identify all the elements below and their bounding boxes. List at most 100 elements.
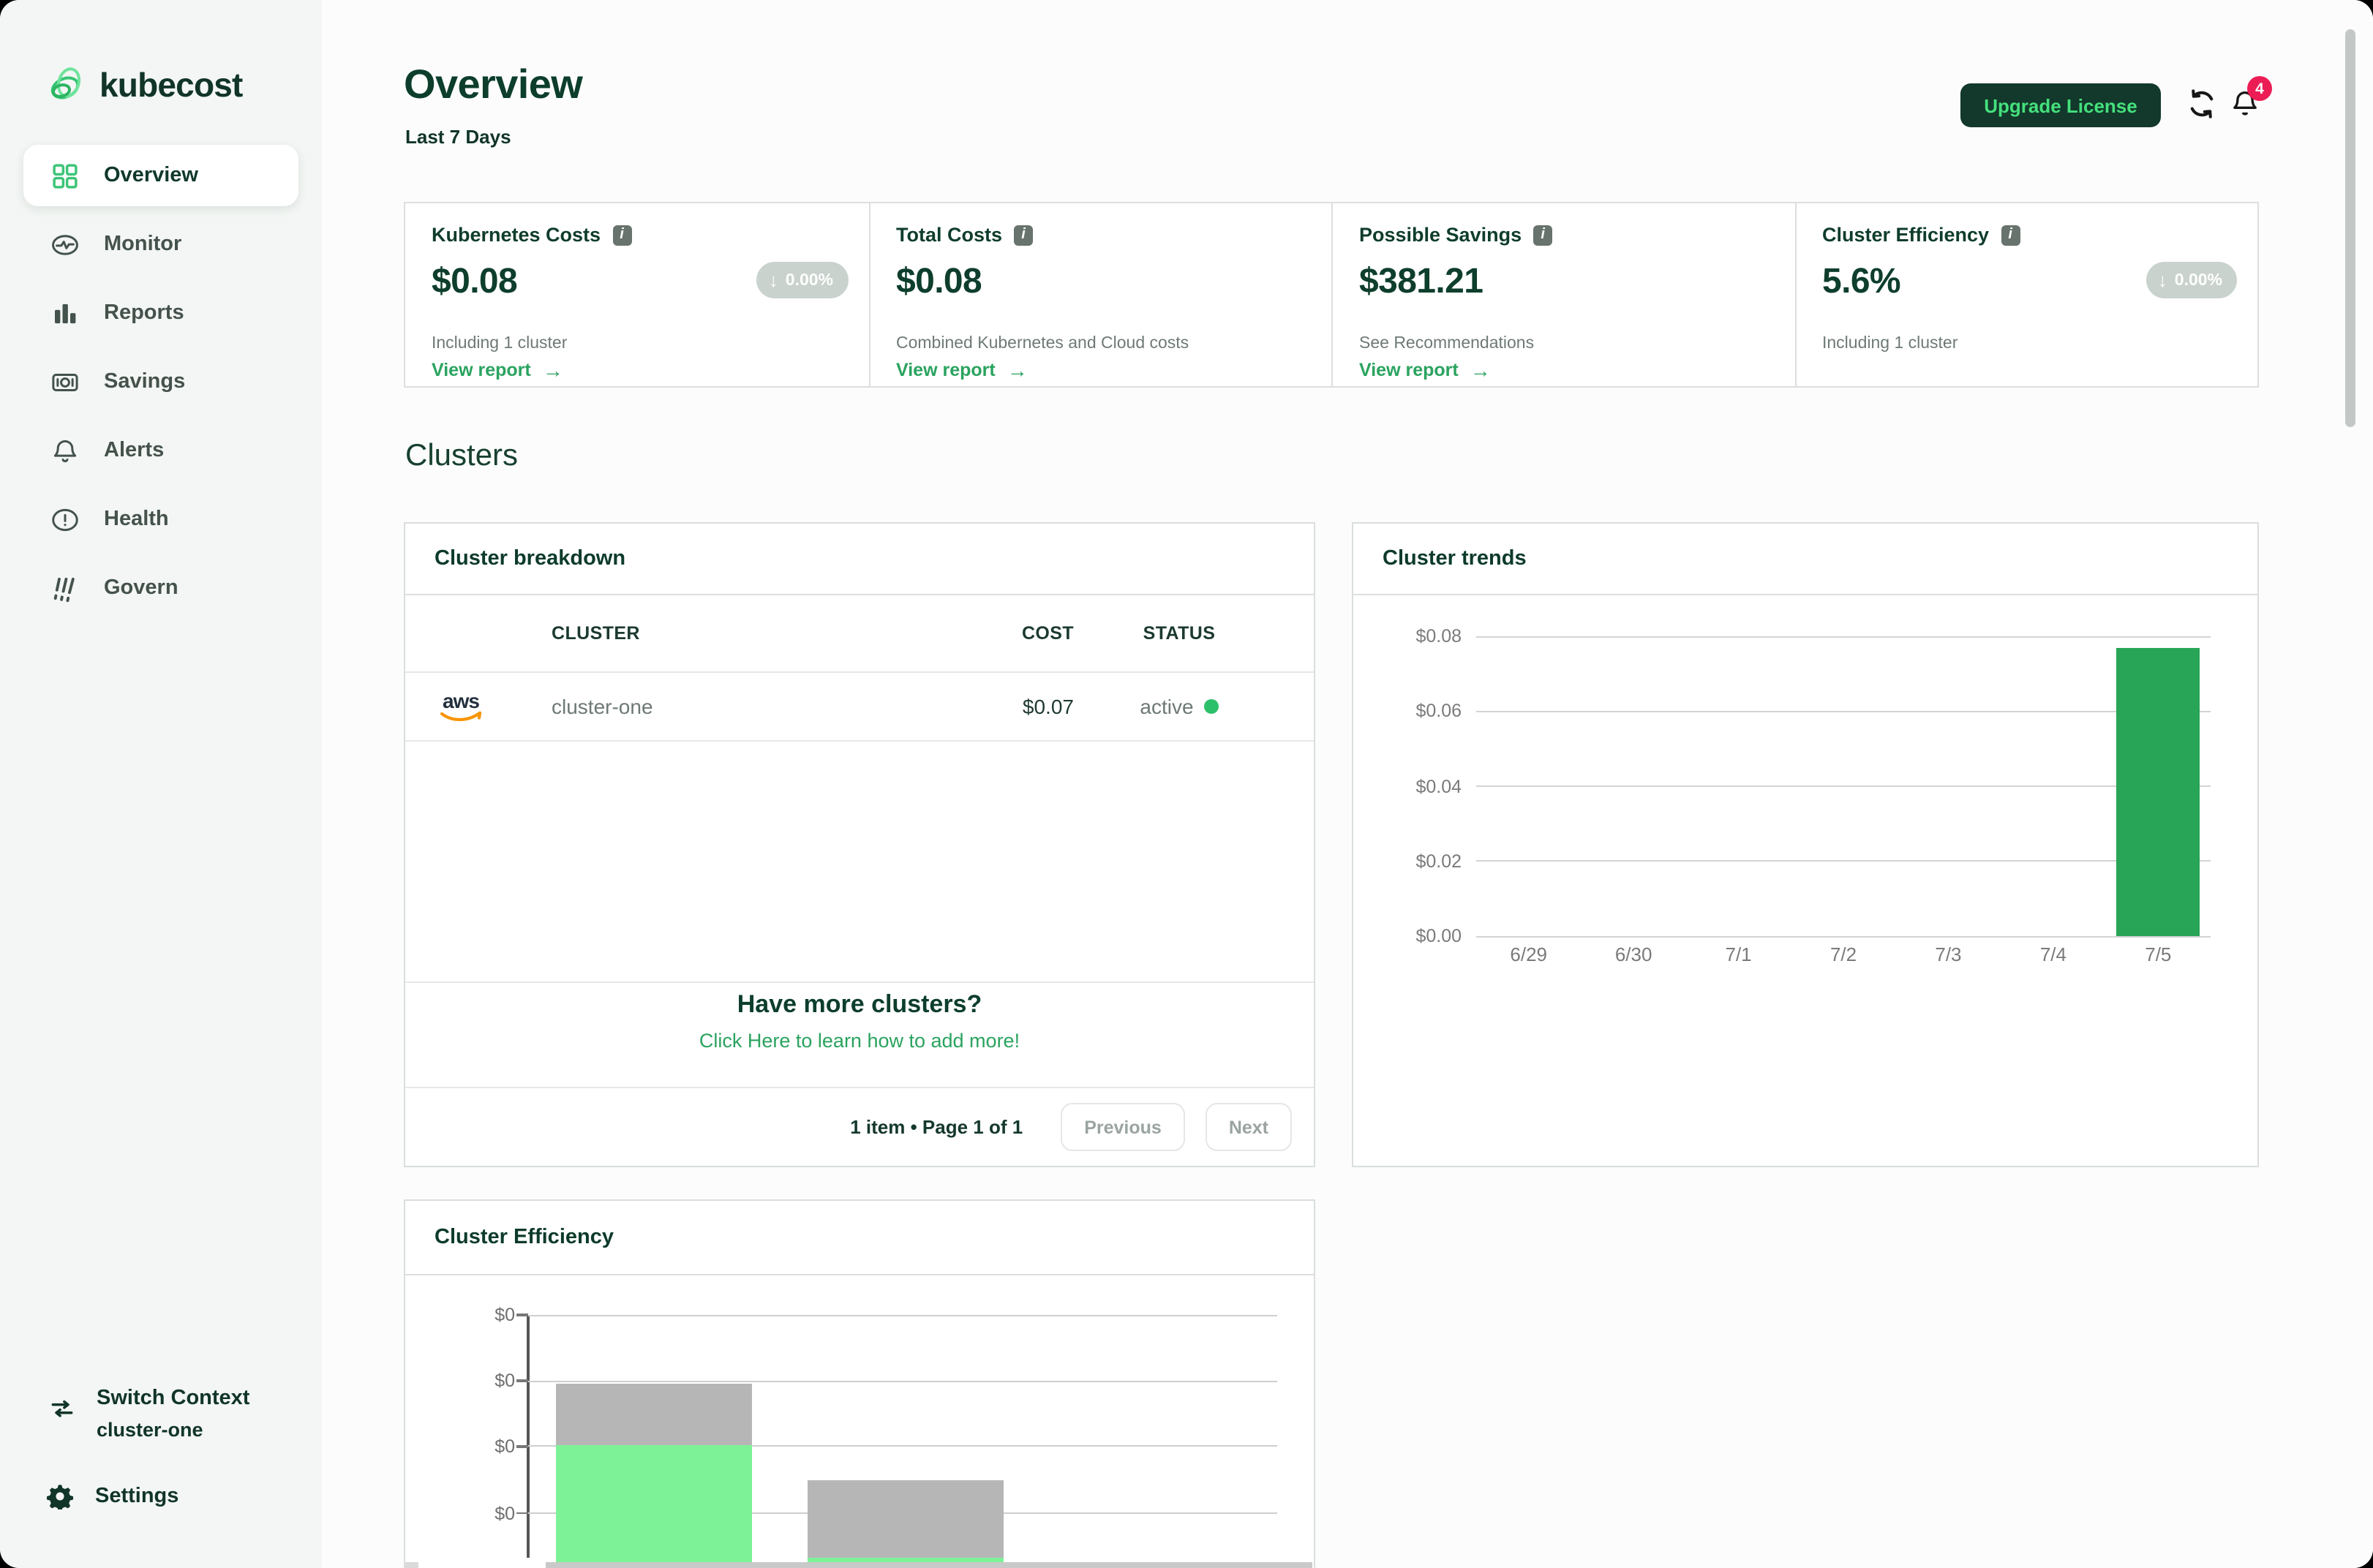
card-title: Cluster breakdown xyxy=(405,524,1314,595)
switch-context-label: Switch Context xyxy=(97,1387,249,1410)
card-title: Cluster trends xyxy=(1353,524,2257,595)
health-icon xyxy=(50,504,80,535)
app-window: kubecost Overview Monitor xyxy=(0,0,2373,1568)
bar-chart-icon xyxy=(50,298,80,328)
cluster-efficiency-card: Cluster Efficiency $0 $0 $0 $0 xyxy=(404,1199,1315,1568)
cluster-trends-card: Cluster trends $0.08 $0.06 $0.04 $0.02 $0.00… xyxy=(1352,522,2259,1167)
sidebar-item-label: Health xyxy=(104,508,169,531)
eff-grid-area xyxy=(528,1315,1277,1568)
x-tick-label: 6/29 xyxy=(1476,943,1581,965)
refresh-icon[interactable] xyxy=(2186,88,2218,120)
swap-arrows-icon xyxy=(48,1395,76,1423)
banknote-icon xyxy=(50,366,80,397)
stat-card-cluster-efficiency: Cluster Efficiencyi 5.6% ↓0.00% Includin… xyxy=(1794,203,2257,386)
kubecost-logo-icon xyxy=(47,66,86,105)
trends-grid-area xyxy=(1476,636,2211,936)
sidebar-item-alerts[interactable]: Alerts xyxy=(23,420,298,481)
sidebar-item-label: Alerts xyxy=(104,439,164,462)
info-icon[interactable]: i xyxy=(1533,225,1552,245)
info-icon[interactable]: i xyxy=(1014,225,1033,245)
right-arrow-icon: → xyxy=(543,358,563,382)
down-arrow-icon: ↓ xyxy=(2158,269,2167,291)
view-report-link[interactable]: View report→ xyxy=(896,358,1028,382)
cluster-name: cluster-one xyxy=(552,695,913,718)
x-tick-label: 7/1 xyxy=(1686,943,1791,965)
horizontal-scrollbar-track xyxy=(405,1562,418,1568)
stat-card-title: Kubernetes Costs xyxy=(432,224,601,246)
view-report-link[interactable]: View report→ xyxy=(1359,358,1491,382)
clusters-heading: Clusters xyxy=(405,439,518,474)
aws-logo-icon: aws xyxy=(435,692,487,724)
status-dot xyxy=(1204,699,1219,714)
down-arrow-icon: ↓ xyxy=(769,269,778,291)
grid-icon xyxy=(50,160,80,191)
column-status: STATUS xyxy=(1074,623,1314,644)
page-title: Overview xyxy=(404,61,582,108)
card-title: Cluster Efficiency xyxy=(405,1201,1314,1275)
notifications-button[interactable]: 4 xyxy=(2230,88,2262,120)
eff-y-axis: $0$0$0$0 xyxy=(405,1315,515,1568)
sidebar-item-health[interactable]: Health xyxy=(23,489,298,550)
y-tick-label: $0 xyxy=(494,1305,515,1325)
current-context: cluster-one xyxy=(97,1419,249,1441)
cluster-breakdown-card: Cluster breakdown CLUSTER COST STATUS aw… xyxy=(404,522,1315,1167)
column-cluster: CLUSTER xyxy=(552,623,913,644)
right-arrow-icon: → xyxy=(1470,358,1491,382)
sidebar-item-label: Overview xyxy=(104,164,198,187)
table-header: CLUSTER COST STATUS xyxy=(405,595,1314,673)
column-cost: COST xyxy=(913,623,1074,644)
sidebar-item-label: Savings xyxy=(104,370,185,393)
stat-card-title: Total Costs xyxy=(896,224,1002,246)
info-icon[interactable]: i xyxy=(2001,225,2020,245)
next-button[interactable]: Next xyxy=(1206,1103,1292,1151)
y-tick-label: $0.06 xyxy=(1415,701,1462,722)
sidebar-item-settings[interactable]: Settings xyxy=(47,1483,178,1509)
pagination: 1 item • Page 1 of 1 Previous Next xyxy=(405,1087,1314,1166)
view-report-link[interactable]: View report→ xyxy=(432,358,563,382)
y-tick-label: $0.04 xyxy=(1415,776,1462,796)
sidebar-item-govern[interactable]: Govern xyxy=(23,557,298,619)
vertical-scrollbar-thumb[interactable] xyxy=(2345,29,2355,427)
x-tick-label: 7/3 xyxy=(1896,943,2001,965)
brand-name: kubecost xyxy=(99,66,243,105)
stat-card-subtext: See Recommendations xyxy=(1359,335,1534,353)
trends-y-axis: $0.08$0.06$0.04$0.02$0.00 xyxy=(1353,636,1462,936)
stat-card-subtext: Including 1 cluster xyxy=(432,335,567,353)
horizontal-scrollbar-thumb[interactable] xyxy=(546,1562,1312,1568)
sidebar-item-monitor[interactable]: Monitor xyxy=(23,214,298,275)
stat-card-subtext: Including 1 cluster xyxy=(1822,335,1958,353)
trends-x-axis: 6/296/307/17/27/37/47/5 xyxy=(1476,943,2211,965)
previous-button[interactable]: Previous xyxy=(1061,1103,1185,1151)
upgrade-license-button[interactable]: Upgrade License xyxy=(1960,83,2161,127)
stat-card-title: Possible Savings xyxy=(1359,224,1522,246)
efficiency-bar xyxy=(556,1315,752,1568)
stat-cards-row: Kubernetes Costs i $0.08 ↓0.00% Including… xyxy=(404,202,2259,388)
y-tick-label: $0.00 xyxy=(1415,926,1462,946)
sidebar-item-reports[interactable]: Reports xyxy=(23,282,298,344)
more-clusters-title: Have more clusters? xyxy=(405,990,1314,1019)
y-tick-label: $0.08 xyxy=(1415,626,1462,647)
add-clusters-link[interactable]: Click Here to learn how to add more! xyxy=(405,1030,1314,1052)
y-tick-label: $0 xyxy=(494,1371,515,1391)
cluster-cost: $0.07 xyxy=(913,695,1074,718)
more-clusters-section: Have more clusters? Click Here to learn … xyxy=(405,981,1314,1090)
eff-axis-line xyxy=(527,1315,529,1558)
y-tick-label: $0.02 xyxy=(1415,851,1462,872)
y-tick-label: $0 xyxy=(494,1436,515,1457)
delta-badge: ↓0.00% xyxy=(757,262,848,298)
y-tick-label: $0 xyxy=(494,1503,515,1523)
sidebar-nav: Overview Monitor Reports xyxy=(23,145,298,619)
stat-card-value: 5.6% xyxy=(1822,262,1900,303)
pagination-summary: 1 item • Page 1 of 1 xyxy=(850,1116,1023,1138)
sidebar-item-label: Govern xyxy=(104,576,178,600)
table-row[interactable]: aws cluster-one $0.07 active xyxy=(405,673,1314,742)
stat-card-value: $0.08 xyxy=(896,262,982,303)
cluster-status: active xyxy=(1140,695,1193,718)
sidebar-item-savings[interactable]: Savings xyxy=(23,351,298,412)
trends-bar xyxy=(2116,647,2200,936)
bell-icon xyxy=(50,435,80,466)
date-range-label: Last 7 Days xyxy=(405,126,511,148)
switch-context-button[interactable]: Switch Context cluster-one xyxy=(48,1387,249,1441)
sidebar-item-overview[interactable]: Overview xyxy=(23,145,298,206)
info-icon[interactable]: i xyxy=(612,225,631,245)
